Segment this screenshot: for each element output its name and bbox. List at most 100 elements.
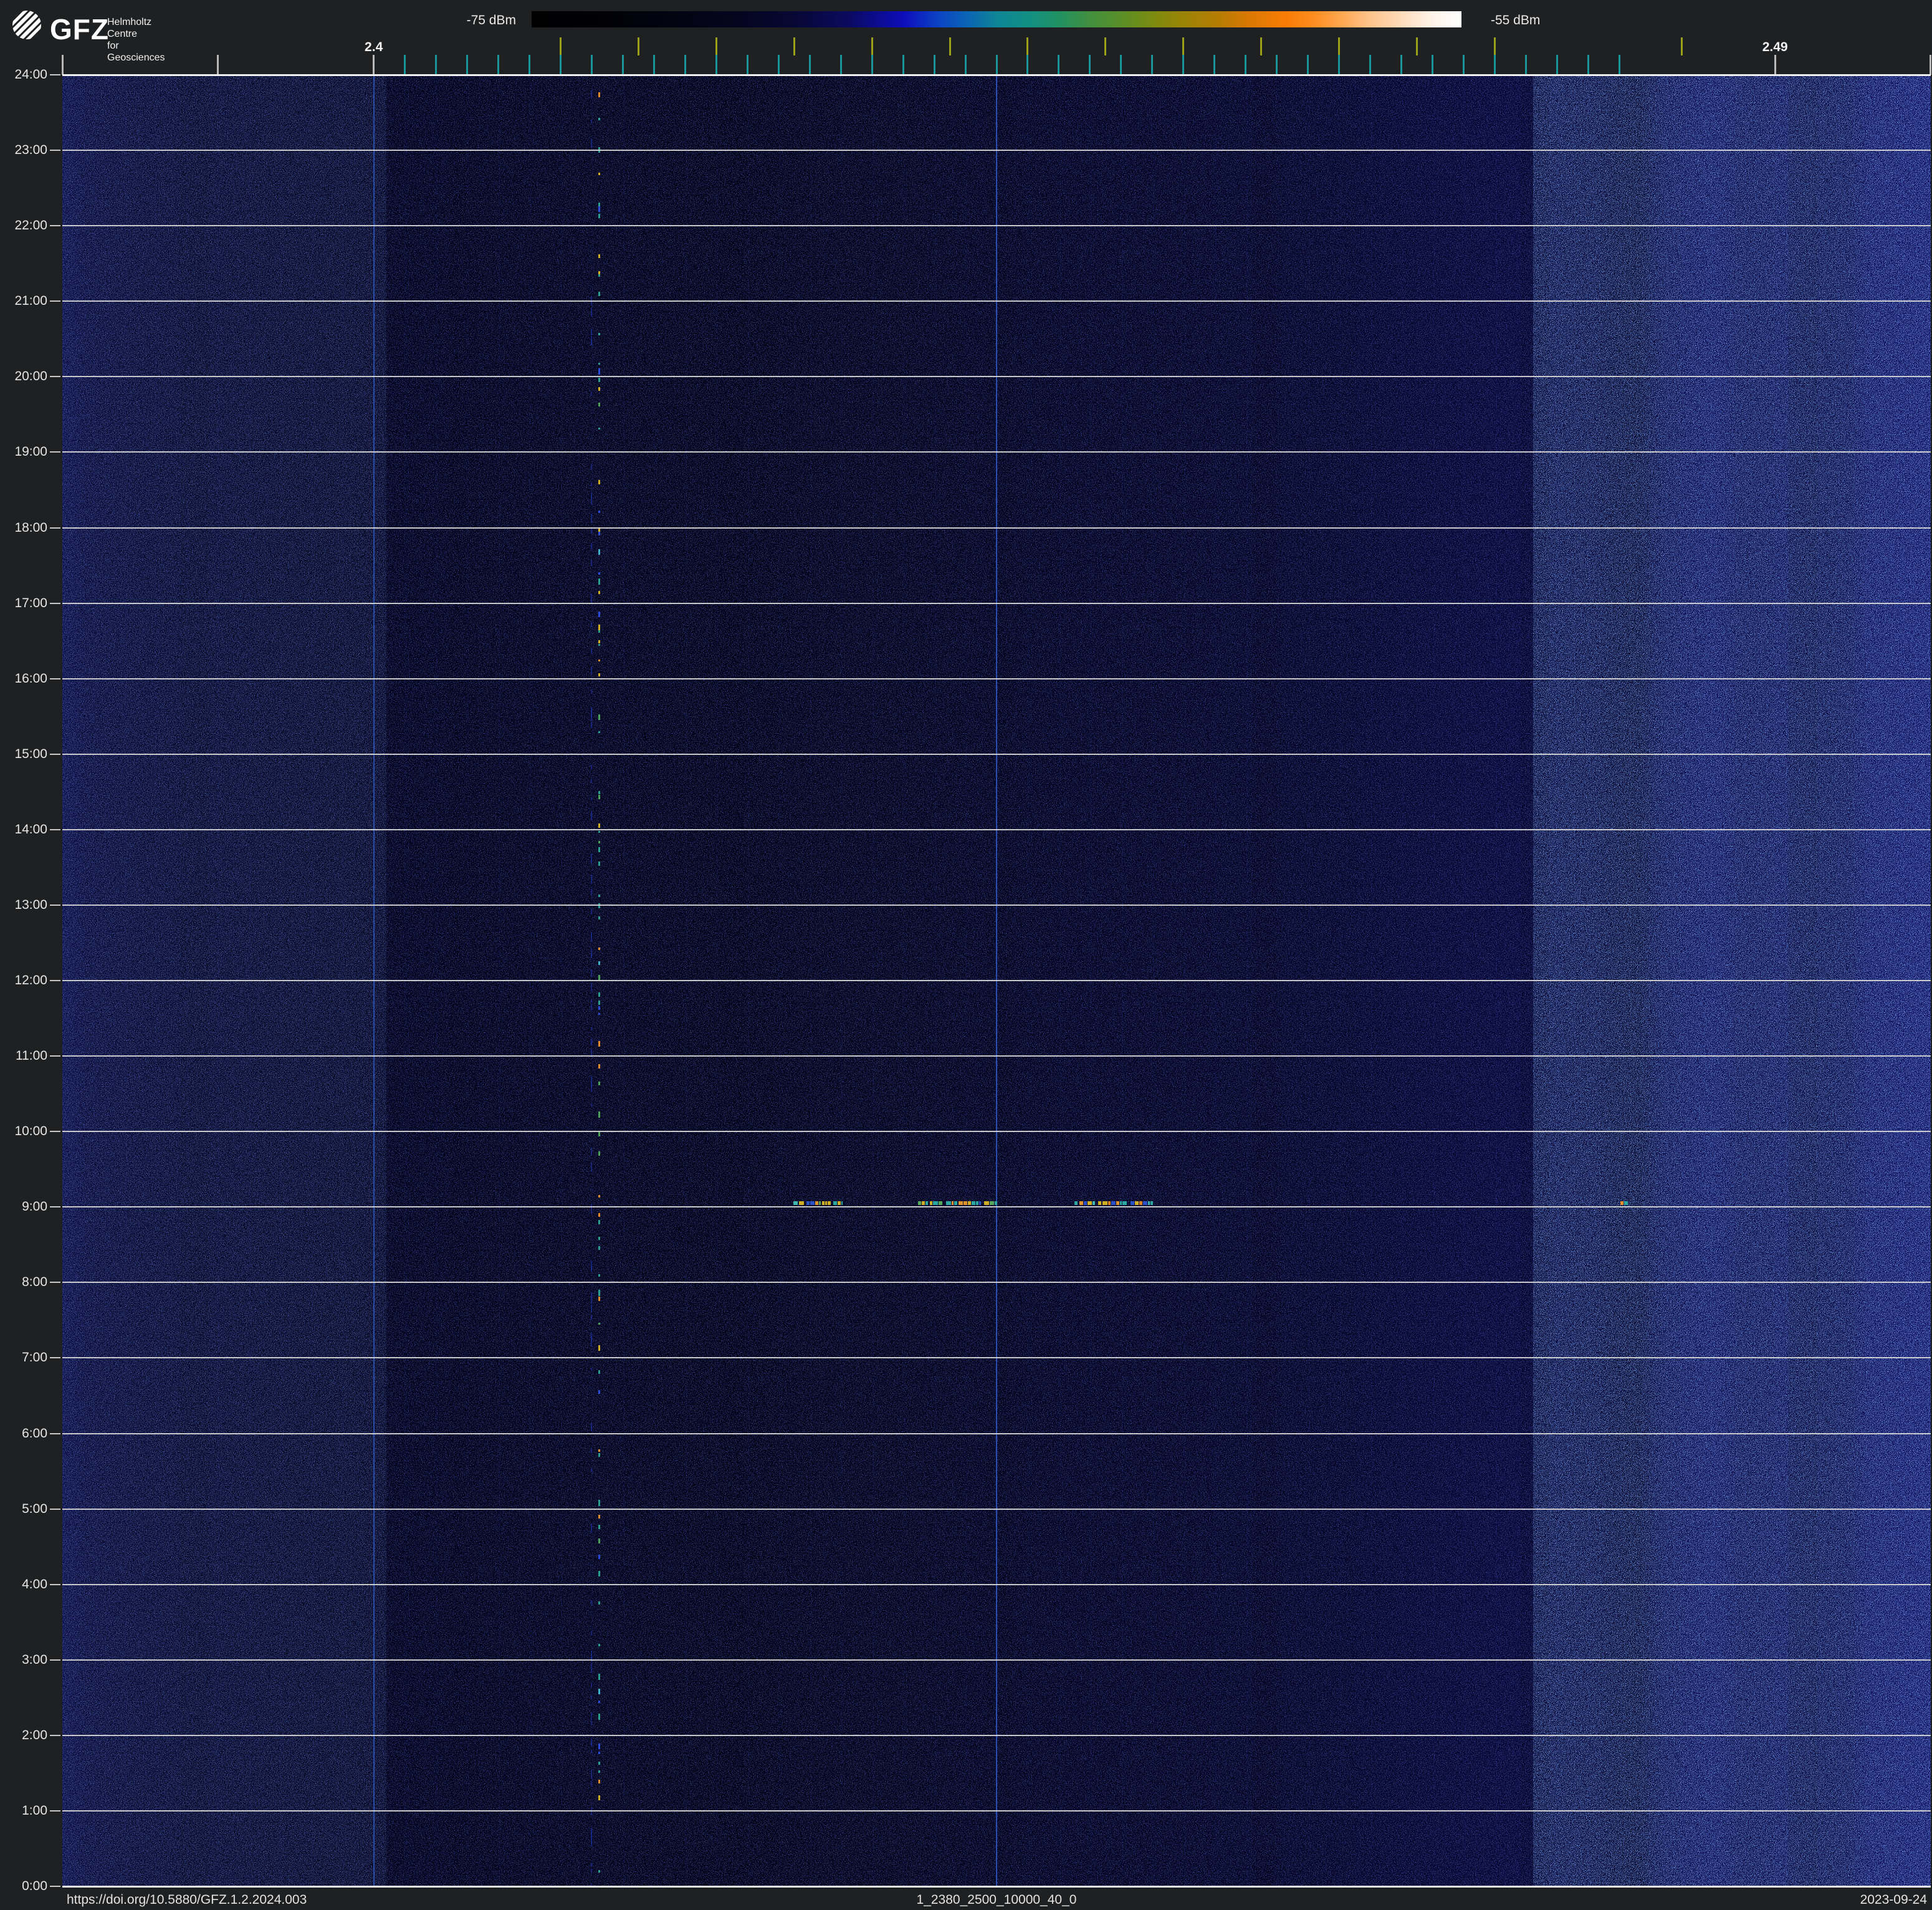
signal-burst-dash [1111, 1201, 1115, 1205]
freq-tick-10mhz [217, 55, 219, 75]
signal-dot [591, 308, 592, 317]
gfz-logo-subtitle-line1: Helmholtz Centre [107, 16, 165, 40]
freq-tick-10mhz [373, 55, 375, 75]
signal-dot [598, 948, 600, 950]
hour-label: 21:00 [1, 294, 47, 309]
hour-label: 7:00 [1, 1350, 47, 1365]
signal-dot [598, 271, 600, 274]
hour-gridline [62, 1055, 1931, 1057]
hour-gridline [62, 1282, 1931, 1283]
signal-burst-dash [946, 1201, 950, 1205]
signal-dot [598, 403, 600, 407]
signal-dot [598, 1449, 600, 1452]
hour-label: 17:00 [1, 596, 47, 611]
hour-tick [50, 1886, 60, 1887]
freq-tick-ble [684, 55, 686, 74]
signal-dot [598, 1674, 600, 1679]
hour-tick [50, 225, 60, 226]
signal-dot [598, 1453, 600, 1457]
signal-dot [598, 1290, 600, 1296]
freq-tick-ble [1556, 55, 1558, 74]
signal-dot [591, 1448, 592, 1452]
signal-dot [591, 329, 592, 335]
freq-tick-ble [1587, 55, 1589, 74]
freq-tick-wifi [638, 37, 639, 55]
signal-dot [598, 206, 600, 211]
signal-dot [598, 118, 600, 121]
hour-tick [50, 754, 60, 755]
signal-dot [598, 1390, 600, 1393]
signal-dot [598, 1770, 600, 1773]
signal-burst-dash [838, 1201, 841, 1205]
freq-tick-ble [1463, 55, 1465, 74]
hour-gridline [62, 829, 1931, 830]
hour-gridline [62, 1206, 1931, 1207]
signal-burst-dash [810, 1201, 815, 1205]
hour-label: 1:00 [1, 1803, 47, 1818]
signal-dot [598, 847, 600, 853]
signal-dot [591, 464, 592, 469]
signal-dot [598, 1714, 600, 1720]
hour-tick [50, 300, 60, 302]
signal-dot [591, 543, 592, 549]
signal-dot [598, 511, 600, 512]
hour-tick [50, 1735, 60, 1736]
signal-dot [598, 1644, 600, 1646]
hour-gridline [62, 74, 1931, 76]
colorbar-min-label: -75 dBm [467, 13, 516, 28]
signal-dot [591, 560, 592, 566]
colorbar-max-label: -55 dBm [1491, 13, 1540, 28]
signal-dot [591, 853, 592, 861]
signal-dot [598, 1525, 600, 1530]
hour-tick [50, 1055, 60, 1057]
signal-dot [598, 1323, 600, 1325]
signal-dot [591, 812, 592, 820]
signal-dot [598, 1870, 600, 1873]
freq-tick-ble [996, 55, 998, 74]
signal-dot [598, 1246, 600, 1250]
hour-tick [50, 527, 60, 529]
freq-tick-ble [466, 55, 468, 74]
hour-tick [50, 1357, 60, 1358]
signal-dot [591, 666, 592, 675]
freq-tick-10mhz [62, 55, 64, 75]
signal-burst-dash [979, 1201, 982, 1205]
hour-tick [50, 1206, 60, 1207]
spectrogram-page: GFZ Helmholtz Centre for Geosciences -75… [0, 0, 1932, 1910]
signal-burst-dash [822, 1201, 825, 1205]
signal-dot [591, 1042, 592, 1044]
signal-dot [598, 795, 600, 799]
signal-burst-dash [1108, 1201, 1111, 1205]
hour-gridline [62, 527, 1931, 529]
hour-tick [50, 150, 60, 151]
freq-tick-wifi [1416, 37, 1418, 55]
signal-dot [598, 1115, 600, 1118]
hour-gridline [62, 1810, 1931, 1812]
hour-gridline [62, 1509, 1931, 1510]
freq-tick-ble [1151, 55, 1153, 74]
signal-dot [598, 1213, 600, 1217]
freq-tick-ble [809, 55, 811, 74]
signal-burst-dash [984, 1201, 989, 1205]
signal-dot [598, 823, 600, 828]
hour-tick [50, 74, 60, 75]
signal-dot [591, 1750, 592, 1754]
signal-dot [598, 1195, 600, 1197]
freq-tick-ble [1369, 55, 1371, 74]
hour-gridline [62, 225, 1931, 226]
freq-tick-ble [1058, 55, 1059, 74]
signal-dot [591, 969, 592, 976]
signal-dot [598, 916, 600, 919]
signal-dot [598, 861, 600, 866]
freq-tick-ble [560, 55, 562, 74]
signal-dot [598, 1601, 600, 1605]
freq-tick-ble [404, 55, 406, 74]
signal-dot [598, 549, 600, 555]
signal-dot [598, 333, 600, 335]
signal-dot [591, 861, 592, 863]
signal-dot [591, 1524, 592, 1533]
hour-label: 16:00 [1, 671, 47, 686]
hour-tick [50, 829, 60, 830]
hour-tick [50, 1131, 60, 1132]
colorbar [532, 11, 1461, 27]
